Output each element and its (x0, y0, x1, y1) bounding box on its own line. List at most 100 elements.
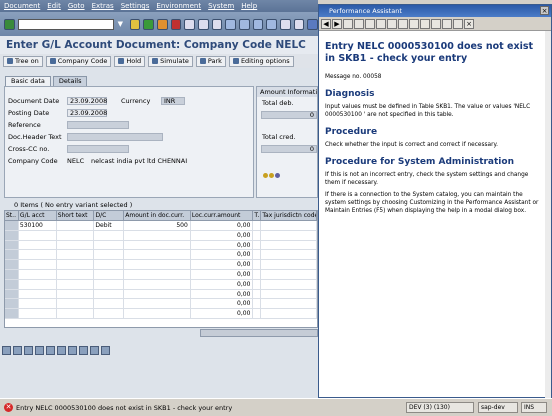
cancel-icon[interactable] (170, 18, 182, 30)
system-info[interactable]: DEV (3) (130) (406, 402, 474, 413)
column-header[interactable]: Short text (57, 211, 95, 220)
row-selector[interactable] (5, 279, 19, 289)
tax-cell[interactable] (253, 279, 262, 289)
window-icon[interactable] (409, 18, 419, 29)
amount-cell[interactable] (124, 269, 191, 279)
gl-account-cell[interactable] (19, 269, 57, 279)
amount-cell[interactable]: 500 (124, 221, 191, 230)
posting-date-field[interactable]: 23.09.2008 (67, 109, 107, 117)
status-message[interactable]: Entry NELC 0000530100 does not exist in … (16, 404, 232, 412)
local-amount-cell[interactable]: 0,00 (191, 221, 254, 230)
expand-icon[interactable] (442, 18, 452, 29)
short-text-cell[interactable] (57, 260, 95, 269)
short-text-cell[interactable] (57, 279, 95, 289)
print-icon[interactable] (376, 18, 386, 29)
print-table-icon[interactable] (101, 346, 110, 355)
cross-cc-field[interactable] (67, 145, 129, 153)
debit-credit-cell[interactable] (94, 260, 125, 269)
debit-credit-cell[interactable] (94, 309, 125, 318)
column-header[interactable]: G/L acct (19, 211, 57, 220)
amount-cell[interactable] (124, 250, 191, 260)
close-icon[interactable]: × (540, 6, 549, 15)
shortcut-icon[interactable] (293, 18, 305, 30)
gl-account-cell[interactable] (19, 279, 57, 289)
filter-icon[interactable] (57, 346, 66, 355)
editing-options-button[interactable]: Editing options (228, 55, 294, 67)
tech-info-icon[interactable] (354, 18, 364, 29)
column-header[interactable]: T. (253, 211, 262, 220)
park-button[interactable]: Park (195, 55, 226, 67)
short-text-cell[interactable] (57, 269, 95, 279)
history-icon[interactable] (343, 18, 353, 29)
debit-credit-cell[interactable] (94, 269, 125, 279)
back-icon[interactable]: ◀ (321, 18, 331, 29)
column-header[interactable]: Tax jurisdictn code (261, 211, 317, 220)
local-amount-cell[interactable]: 0,00 (191, 299, 254, 309)
gl-account-cell[interactable] (19, 299, 57, 309)
find-next-icon[interactable] (211, 18, 223, 30)
tax-cell[interactable] (253, 299, 262, 309)
search-icon[interactable] (398, 18, 408, 29)
menu-environment[interactable]: Environment (156, 2, 201, 10)
tax-jurisdiction-cell[interactable] (261, 240, 317, 250)
short-text-cell[interactable] (57, 221, 95, 230)
hold-button[interactable]: Hold (114, 55, 146, 67)
close-panel-icon[interactable]: × (464, 18, 474, 29)
assistant-scrollbar[interactable] (545, 31, 551, 398)
dock-icon[interactable] (420, 18, 430, 29)
simulate-button[interactable]: Simulate (148, 55, 193, 67)
sort-icon[interactable] (46, 346, 55, 355)
column-header[interactable]: D/C (94, 211, 125, 220)
gl-account-cell[interactable] (19, 240, 57, 250)
tax-cell[interactable] (253, 240, 262, 250)
forward-icon[interactable]: ▶ (332, 18, 342, 29)
menu-help[interactable]: Help (241, 2, 257, 10)
copy-icon[interactable] (13, 346, 22, 355)
amount-cell[interactable] (124, 240, 191, 250)
row-selector[interactable] (5, 289, 19, 299)
export-icon[interactable] (79, 346, 88, 355)
short-text-cell[interactable] (57, 309, 95, 318)
save-icon[interactable] (129, 18, 141, 30)
debit-credit-cell[interactable]: Debit (94, 221, 125, 230)
debit-credit-cell[interactable] (94, 289, 125, 299)
insert-mode[interactable]: INS (521, 402, 547, 413)
currency-field[interactable]: INR (161, 97, 185, 105)
gl-account-cell[interactable] (19, 230, 57, 240)
tax-cell[interactable] (253, 289, 262, 299)
doc-header-field[interactable] (67, 133, 163, 141)
menu-goto[interactable]: Goto (68, 2, 85, 10)
new-session-icon[interactable] (280, 18, 291, 30)
tax-jurisdiction-cell[interactable] (261, 230, 317, 240)
select-all-icon[interactable] (2, 346, 11, 355)
amount-cell[interactable] (124, 299, 191, 309)
local-amount-cell[interactable]: 0,00 (191, 269, 254, 279)
row-selector[interactable] (5, 260, 19, 269)
print-icon[interactable] (184, 18, 196, 30)
prev-page-icon[interactable] (239, 18, 250, 30)
insert-row-icon[interactable] (24, 346, 33, 355)
debit-credit-cell[interactable] (94, 230, 125, 240)
column-header[interactable]: Loc.curr.amount (191, 211, 254, 220)
local-amount-cell[interactable]: 0,00 (191, 309, 254, 318)
horizontal-scrollbar[interactable] (200, 329, 318, 337)
tax-cell[interactable] (253, 250, 262, 260)
tax-jurisdiction-cell[interactable] (261, 250, 317, 260)
layout-icon[interactable] (453, 18, 463, 29)
tax-cell[interactable] (253, 260, 262, 269)
tax-cell[interactable] (253, 269, 262, 279)
gl-account-cell[interactable] (19, 250, 57, 260)
next-page-icon[interactable] (252, 18, 264, 30)
command-field[interactable]: ▼ (17, 18, 123, 30)
menu-system[interactable]: System (208, 2, 234, 10)
debit-credit-cell[interactable] (94, 250, 125, 260)
sum-icon[interactable] (68, 346, 77, 355)
document-date-field[interactable]: 23.09.2008 (67, 97, 107, 105)
local-amount-cell[interactable]: 0,00 (191, 260, 254, 269)
edit-icon[interactable] (365, 18, 375, 29)
gl-account-cell[interactable] (19, 309, 57, 318)
column-header[interactable]: Amount in doc.curr. (124, 211, 191, 220)
local-amount-cell[interactable]: 0,00 (191, 289, 254, 299)
amount-cell[interactable] (124, 289, 191, 299)
amount-cell[interactable] (124, 260, 191, 269)
